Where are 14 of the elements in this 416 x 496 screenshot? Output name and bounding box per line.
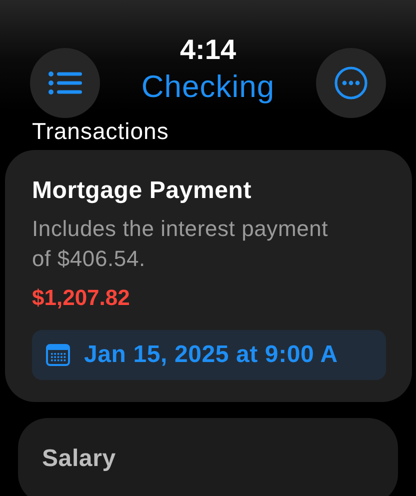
calendar-icon — [46, 344, 70, 366]
date-chip[interactable]: Jan 15, 2025 at 9:00 A — [32, 330, 386, 380]
transaction-title: Mortgage Payment — [32, 176, 253, 206]
more-icon — [334, 66, 368, 100]
list-icon — [48, 71, 82, 95]
section-title: Transactions — [32, 118, 170, 144]
transaction-date: Jan 15, 2025 at 9:00 A — [84, 341, 338, 369]
transaction-amount: $1,207.82 — [32, 284, 131, 312]
transaction-title: Salary — [42, 444, 117, 474]
transaction-description: Includes the interest payment of $406.54. — [32, 215, 330, 273]
transaction-card[interactable]: Mortgage Payment Includes the interest payment of $406.54. $1,207.82 Jan 15, 2025 at 9:00 A — [5, 150, 412, 402]
clock-time: 4:14 — [180, 34, 236, 66]
screen-title: Checking — [141, 68, 275, 106]
transaction-card[interactable]: Salary — [18, 418, 398, 496]
